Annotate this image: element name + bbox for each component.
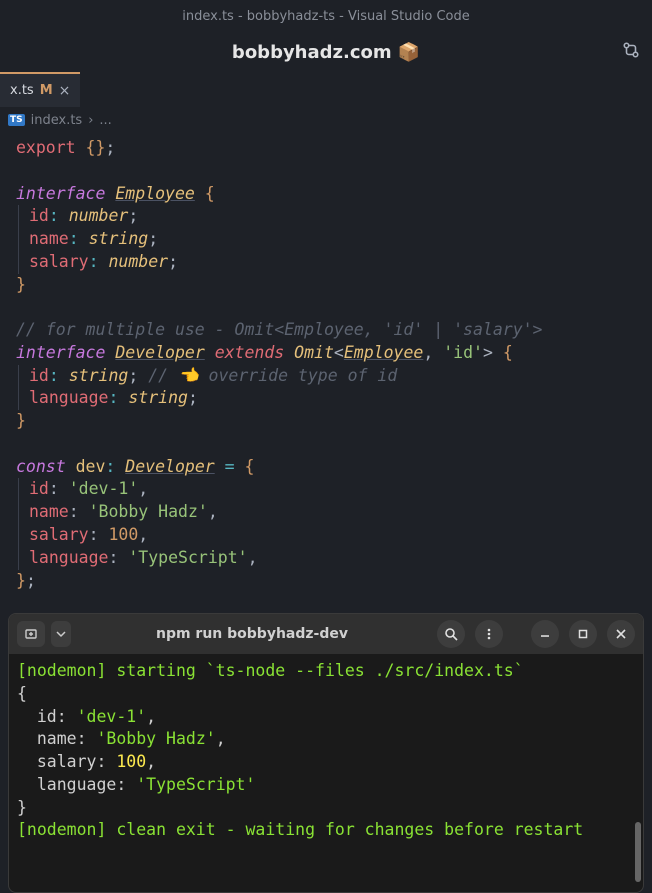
- minimize-button[interactable]: [531, 620, 559, 648]
- git-compare-icon[interactable]: [622, 41, 640, 63]
- menu-icon[interactable]: [475, 620, 503, 648]
- header-row: bobbyhadz.com 📦: [0, 32, 652, 72]
- search-icon[interactable]: [437, 620, 465, 648]
- terminal-window: npm run bobbyhadz-dev [nodemon] starting…: [8, 613, 644, 893]
- tab-modified-indicator: M: [40, 83, 53, 98]
- close-icon[interactable]: ×: [59, 83, 71, 99]
- tab-index-ts[interactable]: x.ts M ×: [0, 72, 80, 107]
- new-tab-button[interactable]: [17, 621, 45, 647]
- terminal-titlebar: npm run bobbyhadz-dev: [9, 614, 643, 654]
- ts-file-icon: TS: [8, 114, 25, 126]
- window-title-bar: index.ts - bobbyhadz-ts - Visual Studio …: [0, 0, 652, 32]
- page-title: bobbyhadz.com 📦: [232, 42, 420, 63]
- pointing-hand-icon: 👈: [178, 366, 199, 385]
- tab-label: x.ts: [10, 83, 34, 98]
- terminal-body[interactable]: [nodemon] starting `ts-node --files ./sr…: [9, 654, 643, 892]
- breadcrumb[interactable]: TS index.ts › ...: [0, 107, 652, 133]
- breadcrumb-file: index.ts: [31, 113, 83, 128]
- code-editor[interactable]: export {}; interface Employee { id: numb…: [0, 133, 652, 642]
- window-title: index.ts - bobbyhadz-ts - Visual Studio …: [182, 9, 470, 24]
- cube-icon: 📦: [398, 42, 420, 63]
- close-button[interactable]: [607, 620, 635, 648]
- maximize-button[interactable]: [569, 620, 597, 648]
- tab-dropdown-button[interactable]: [51, 621, 71, 647]
- tab-bar: x.ts M ×: [0, 72, 652, 107]
- scrollbar-thumb[interactable]: [635, 822, 641, 882]
- terminal-title: npm run bobbyhadz-dev: [77, 626, 427, 642]
